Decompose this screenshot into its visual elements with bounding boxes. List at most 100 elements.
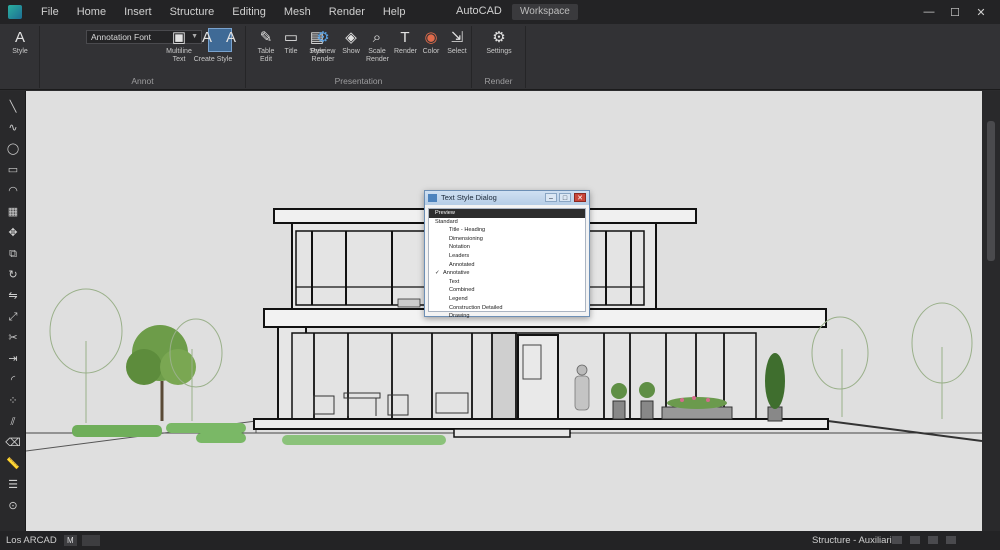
text-edit-button[interactable]: A	[198, 30, 216, 48]
measure-icon[interactable]: 📏	[4, 456, 22, 472]
layer-status: Structure - Auxiliaries	[812, 535, 902, 546]
gear-icon: ⚙	[316, 29, 330, 46]
scale-icon[interactable]: ⤢	[4, 309, 22, 325]
fillet-icon[interactable]: ◜	[4, 372, 22, 388]
ribbon-group-presentation: ✎ Table Edit ▭ Title ▤ Style ⚙ Preview R…	[246, 26, 472, 88]
vertical-scrollbar[interactable]	[982, 91, 1000, 531]
frame-button[interactable]: ▭ Title	[280, 30, 302, 56]
settings-button[interactable]: ⚙ Settings	[480, 30, 518, 56]
list-item[interactable]: Drawing	[429, 312, 585, 321]
dialog-close-icon[interactable]: ✕	[574, 193, 586, 202]
multiline-text-icon: ▣	[171, 29, 187, 46]
settings-icon: ⚙	[492, 29, 506, 46]
help-icon[interactable]: ⊙	[4, 498, 22, 514]
circle-icon[interactable]: ◯	[4, 141, 22, 157]
line-icon[interactable]: ╲	[4, 99, 22, 115]
ribbon-group-render: ⚙ Settings Render	[472, 26, 526, 88]
maximize-icon[interactable]: ☐	[942, 6, 968, 19]
mirror-icon[interactable]: ⇋	[4, 288, 22, 304]
create-style-label: Create Style	[193, 56, 233, 63]
text-style-button[interactable]: A Style	[6, 30, 34, 56]
rectangle-icon[interactable]: ▭	[4, 162, 22, 178]
paint-icon: ◈	[345, 29, 357, 46]
menu-insert[interactable]: Insert	[115, 6, 161, 18]
status-bar: Los ARCAD M Structure - Auxiliaries	[0, 531, 1000, 550]
color-wheel-icon: ◉	[424, 29, 438, 46]
list-item[interactable]: Preview	[429, 209, 585, 218]
array-icon[interactable]: ⁘	[4, 393, 22, 409]
autocad-window: File Home Insert Structure Editing Mesh …	[0, 0, 1000, 550]
arc-icon[interactable]: ◠	[4, 183, 22, 199]
text-style-dialog: Text Style Dialog – □ ✕ Preview Standard…	[424, 190, 590, 319]
multiline-text-button[interactable]: ▣ Multiline Text	[166, 30, 192, 64]
properties-icon[interactable]: ☰	[4, 477, 22, 493]
close-icon[interactable]: ✕	[968, 6, 994, 19]
text-t-icon: T	[400, 29, 410, 46]
left-toolbar: ╲ ∿ ◯ ▭ ◠ ▦ ✥ ⧉ ↻ ⇋ ⤢ ✂ ⇥ ◜ ⁘ ⫽ ⌫ 📏 ☰ ⊙	[0, 91, 26, 531]
menu-file[interactable]: File	[32, 6, 68, 18]
list-item[interactable]: Annotated	[429, 261, 585, 270]
pencil-button[interactable]: ✎ Table Edit	[254, 30, 278, 64]
menu-editing[interactable]: Editing	[223, 6, 275, 18]
ribbon-group-label: Annot	[131, 76, 154, 86]
dialog-minimize-icon[interactable]: –	[545, 193, 557, 202]
text-large-button[interactable]: A	[222, 30, 240, 48]
frame-icon: ▭	[283, 29, 299, 46]
tray-icon[interactable]	[892, 536, 902, 544]
scrollbar-thumb[interactable]	[987, 121, 995, 261]
text-edit-icon: A	[201, 29, 212, 46]
list-item[interactable]: Text	[429, 278, 585, 287]
tray-icon[interactable]	[946, 536, 956, 544]
text-t-button[interactable]: T Render	[394, 29, 417, 56]
list-item[interactable]: Leaders	[429, 252, 585, 261]
rotate-icon[interactable]: ↻	[4, 267, 22, 283]
text-large-icon: A	[225, 29, 236, 46]
magnifier-icon: ⌕	[372, 29, 382, 46]
erase-icon[interactable]: ⌫	[4, 435, 22, 451]
status-tray	[892, 536, 992, 546]
menu-render[interactable]: Render	[320, 6, 374, 18]
list-item[interactable]: Construction Detailed	[429, 304, 585, 313]
list-item[interactable]: Title - Heading	[429, 226, 585, 235]
list-item[interactable]: Legend	[429, 295, 585, 304]
color-wheel-button[interactable]: ◉ Color	[420, 30, 442, 56]
ribbon-group-label: Presentation	[334, 76, 383, 86]
copy-icon[interactable]: ⧉	[4, 246, 22, 262]
list-item[interactable]: ✓ Annotative	[429, 269, 585, 278]
ribbon-group-style: A Style	[0, 26, 40, 88]
menu-mesh[interactable]: Mesh	[275, 6, 320, 18]
minimize-icon[interactable]: —	[916, 6, 942, 18]
dialog-title-bar[interactable]: Text Style Dialog – □ ✕	[425, 191, 589, 205]
dialog-app-icon	[428, 194, 437, 202]
list-item[interactable]: Standard	[429, 218, 585, 227]
paint-button[interactable]: ◈ Show	[340, 30, 362, 56]
workspace-button[interactable]: Workspace	[512, 4, 578, 20]
extend-icon[interactable]: ⇥	[4, 351, 22, 367]
offset-icon[interactable]: ⫽	[4, 414, 22, 430]
select-button[interactable]: ⇲ Select	[446, 30, 468, 56]
drawing-canvas[interactable]: Text Style Dialog – □ ✕ Preview Standard…	[26, 91, 982, 531]
list-item[interactable]: Notation	[429, 243, 585, 252]
tray-icon[interactable]	[910, 536, 920, 544]
checkmark-icon: ✓	[435, 270, 440, 277]
layout-toggle-button[interactable]	[82, 535, 100, 546]
model-toggle-button[interactable]: M	[64, 535, 77, 546]
app-logo-icon[interactable]	[8, 5, 22, 19]
polyline-icon[interactable]: ∿	[4, 120, 22, 136]
select-icon: ⇲	[450, 29, 464, 46]
trim-icon[interactable]: ✂	[4, 330, 22, 346]
move-icon[interactable]: ✥	[4, 225, 22, 241]
magnifier-button[interactable]: ⌕ Scale Render	[366, 29, 389, 64]
tray-icon[interactable]	[928, 536, 938, 544]
list-item[interactable]: Combined	[429, 286, 585, 295]
list-item[interactable]: Dimensioning	[429, 235, 585, 244]
menu-home[interactable]: Home	[68, 6, 115, 18]
text-style-icon: A	[14, 29, 25, 46]
hatch-icon[interactable]: ▦	[4, 204, 22, 220]
gear-button[interactable]: ⚙ Preview Render	[310, 30, 336, 64]
dialog-maximize-icon[interactable]: □	[559, 193, 571, 202]
window-controls: — ☐ ✕	[916, 0, 994, 24]
menu-help[interactable]: Help	[374, 6, 415, 18]
menu-structure[interactable]: Structure	[161, 6, 224, 18]
ribbon-group-annot: Annotation Font ▼ ▣ Multiline Text A A C…	[40, 26, 246, 88]
